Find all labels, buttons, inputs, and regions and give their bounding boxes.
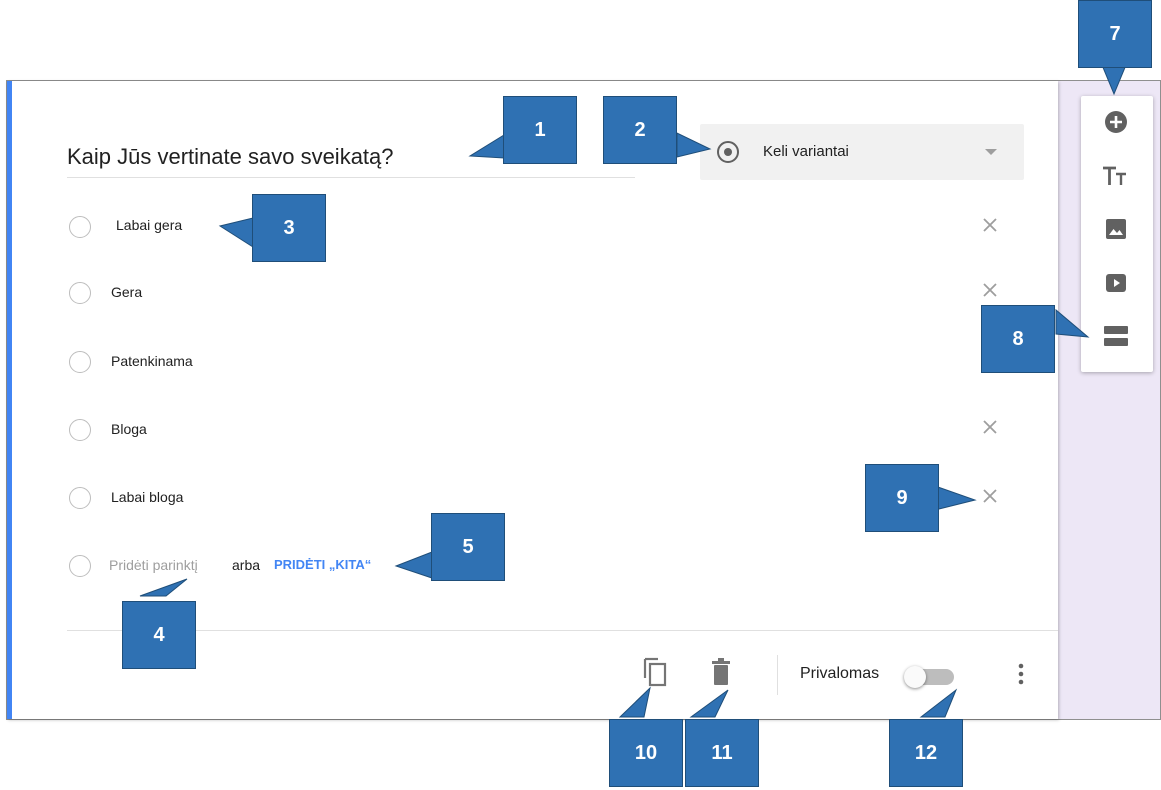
callout-10: 10 <box>609 719 683 787</box>
callout-1: 1 <box>503 96 577 164</box>
callout-2: 2 <box>603 96 677 164</box>
callout-5: 5 <box>431 513 505 581</box>
callout-pointers <box>139 64 1127 718</box>
callout-7: 7 <box>1078 0 1152 68</box>
callout-9: 9 <box>865 464 939 532</box>
callout-4: 4 <box>122 601 196 669</box>
callout-3: 3 <box>252 194 326 262</box>
callout-8: 8 <box>981 305 1055 373</box>
callout-12: 12 <box>889 719 963 787</box>
callout-11: 11 <box>685 719 759 787</box>
